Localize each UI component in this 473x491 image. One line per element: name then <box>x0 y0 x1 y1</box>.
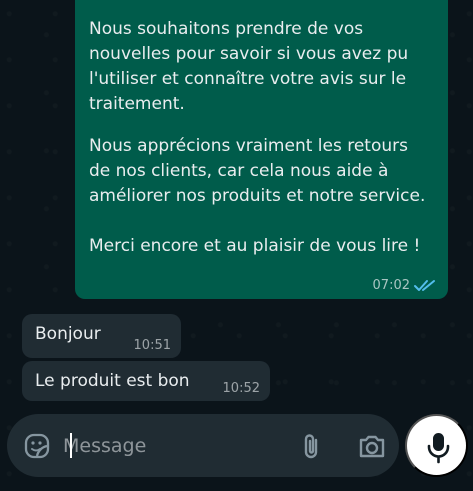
outgoing-message-paragraph-3: Merci encore et au plaisir de vous lire … <box>89 236 421 256</box>
outgoing-message-meta: 07:02 <box>373 278 438 293</box>
incoming-message-bubble[interactable]: Le produit est bon 10:52 <box>22 361 270 401</box>
incoming-message-text: Bonjour <box>35 324 101 344</box>
incoming-message-time: 10:51 <box>133 338 171 353</box>
double-check-icon <box>414 279 435 291</box>
chat-area[interactable]: Nous souhaitons prendre de vos nouvelles… <box>0 0 473 414</box>
message-composer[interactable] <box>7 414 399 477</box>
outgoing-message-paragraph-1: Nous souhaitons prendre de vos nouvelles… <box>89 19 409 114</box>
camera-icon[interactable] <box>357 432 387 460</box>
outgoing-message-bubble[interactable]: Nous souhaitons prendre de vos nouvelles… <box>75 0 448 299</box>
incoming-message-bubble[interactable]: Bonjour 10:51 <box>22 314 181 358</box>
outgoing-message-time: 07:02 <box>372 278 410 293</box>
text-caret <box>70 433 72 458</box>
incoming-message-text: Le produit est bon <box>35 371 190 391</box>
paperclip-icon[interactable] <box>299 431 323 461</box>
message-input[interactable] <box>63 430 283 462</box>
outgoing-message-paragraph-2: Nous apprécions vraiment les retours de … <box>89 136 426 206</box>
sticker-icon[interactable] <box>22 431 52 461</box>
microphone-icon <box>427 433 450 464</box>
incoming-message-time: 10:52 <box>222 381 260 396</box>
microphone-button[interactable] <box>405 414 468 477</box>
